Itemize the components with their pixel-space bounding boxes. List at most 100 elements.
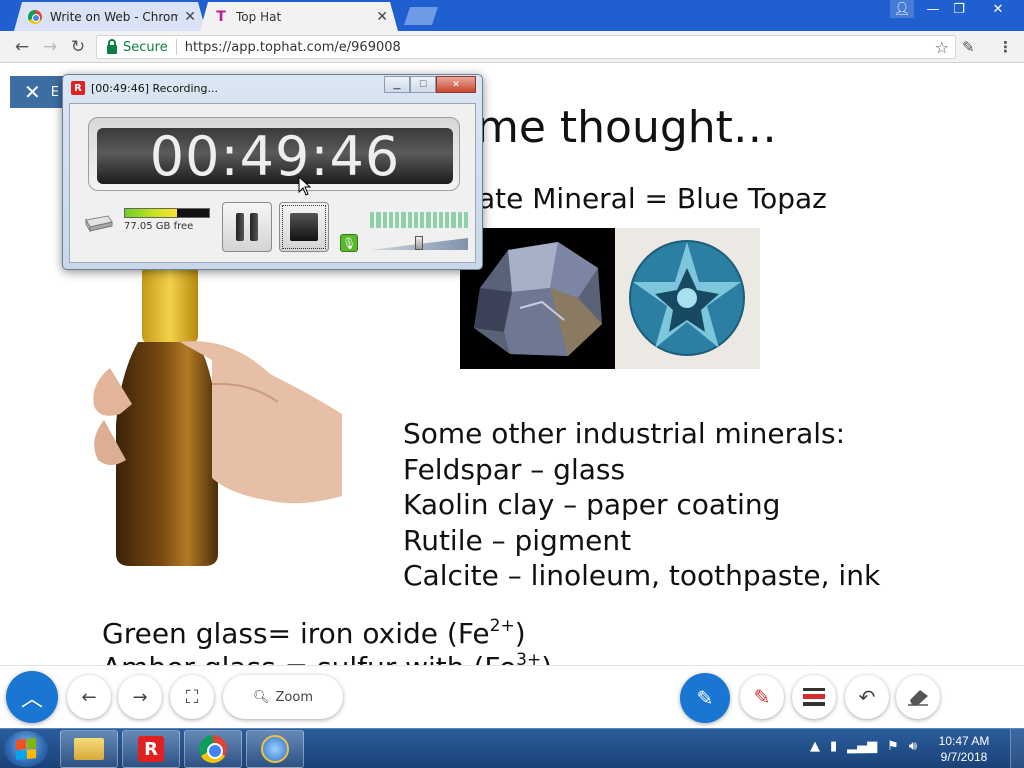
timer-display: 00:49:46 — [88, 117, 460, 191]
system-tray: ▲ ▮ ▂▄▆ ⚑ 🔊︎ — [810, 739, 917, 754]
clock-date: 9/7/2018 — [940, 750, 988, 764]
minimize-button[interactable]: — — [920, 0, 946, 18]
close-icon[interactable]: ✕ — [184, 9, 196, 25]
user-icon[interactable]: 👤︎ — [890, 0, 914, 18]
restore-button[interactable]: ❐ — [946, 0, 972, 18]
eraser-button[interactable] — [896, 675, 940, 719]
volume-slider-handle[interactable] — [415, 236, 423, 250]
list-heading: Some other industrial minerals: — [403, 417, 846, 450]
charge-superscript: 2+ — [489, 616, 515, 636]
action-center-flag-icon[interactable]: ⚑ — [887, 739, 899, 754]
arrow-right-icon: → — [132, 686, 148, 708]
clock-time: 10:47 AM — [938, 734, 990, 748]
eraser-icon — [908, 690, 928, 706]
timer-readout: 00:49:46 — [97, 125, 453, 188]
divider — [175, 39, 177, 55]
zoom-button[interactable]: 🔍︎ Zoom — [223, 675, 343, 719]
pencil-icon: ✎ — [696, 686, 714, 710]
chrome-icon — [199, 735, 227, 763]
window-close-button[interactable]: ✕ — [980, 0, 1016, 18]
speaker-icon[interactable]: 🔊︎ — [909, 739, 917, 754]
undo-icon: ↶ — [858, 685, 876, 709]
chevron-up-icon: ︿ — [20, 687, 43, 712]
green-glass-line: Green glass= iron oxide (Fe2+) — [102, 616, 526, 650]
new-tab-button[interactable] — [404, 7, 438, 25]
signal-icon[interactable]: ▂▄▆ — [847, 739, 877, 754]
industrial-minerals-list: Some other industrial minerals: Feldspar… — [403, 416, 880, 594]
recorder-app-icon: R — [138, 736, 164, 762]
taskbar-recorder[interactable]: R — [122, 730, 180, 768]
maximize-button[interactable]: ☐ — [410, 76, 436, 93]
pen-tool-button[interactable]: ✎ — [680, 673, 730, 723]
tab-write-on-web[interactable]: Write on Web - Chrome ✕ — [14, 2, 206, 31]
collapse-toolbar-button[interactable]: ︿ — [6, 671, 58, 723]
screen-recorder-window[interactable]: R [00:49:46] Recording... ▁ ☐ ✕ 00:49:46… — [62, 74, 483, 270]
power-icon[interactable]: ▮ — [830, 739, 837, 754]
taskbar-clock[interactable]: 10:47 AM 9/7/2018 — [930, 733, 998, 765]
close-icon: ✕ — [24, 80, 41, 104]
chrome-icon — [28, 10, 42, 24]
recorder-body: 00:49:46 77.05 GB free 🎙︎ — [69, 103, 476, 263]
taskbar-file-explorer[interactable] — [60, 730, 118, 768]
close-button[interactable]: ✕ — [436, 76, 476, 93]
volume-slider[interactable] — [370, 232, 468, 252]
pen-color-icon: ✎ — [753, 685, 771, 709]
zoom-label: Zoom — [275, 689, 313, 705]
menu-dots-icon[interactable]: ⋮ — [998, 38, 1013, 56]
tab-top-hat[interactable]: T Top Hat ✕ — [200, 2, 398, 31]
pause-button[interactable] — [222, 202, 272, 252]
pause-icon — [236, 213, 258, 241]
tab-title: Write on Web - Chrome — [50, 9, 179, 24]
forward-arrow-icon[interactable]: → — [40, 37, 60, 57]
security-label: Secure — [123, 39, 168, 55]
amber-glass-text: Amber glass = sulfur with (Fe — [102, 651, 516, 665]
tab-title: Top Hat — [236, 9, 282, 24]
url-text: https://app.tophat.com/e/969008 — [184, 39, 401, 55]
start-button[interactable] — [4, 731, 48, 767]
undo-button[interactable]: ↶ — [845, 675, 889, 719]
microphone-icon[interactable]: 🎙︎ — [340, 234, 358, 252]
show-desktop-button[interactable] — [1010, 729, 1024, 768]
minimize-button[interactable]: ▁ — [384, 76, 410, 93]
bookmark-star-icon[interactable]: ☆ — [935, 38, 949, 57]
magnifier-icon: 🔍︎ — [253, 689, 270, 705]
closing-paren: ) — [541, 651, 552, 665]
app-icon — [261, 735, 289, 763]
arrow-left-icon: ← — [81, 686, 97, 708]
disk-free-label: 77.05 GB free — [124, 221, 194, 232]
close-icon[interactable]: ✕ — [376, 9, 388, 25]
windows-logo-icon — [16, 737, 36, 761]
stop-button[interactable] — [279, 202, 329, 252]
previous-slide-button[interactable]: ← — [67, 675, 111, 719]
line-thickness-button[interactable] — [792, 675, 836, 719]
next-slide-button[interactable]: → — [118, 675, 162, 719]
folder-icon — [74, 738, 104, 760]
amber-glass-line: Amber glass = sulfur with (Fe3+) — [102, 650, 552, 665]
presentation-controls: ︿ ← → ⛶ 🔍︎ Zoom ✎ ✎ ↶ — [0, 665, 1024, 728]
hand-holding-bottle-image — [93, 264, 342, 566]
exit-label: E — [50, 84, 59, 100]
rough-topaz-image — [460, 228, 615, 369]
list-item: Calcite – linoleum, toothpaste, ink — [403, 559, 881, 592]
cut-blue-topaz-image — [615, 228, 760, 369]
recorder-logo-icon: R — [71, 81, 85, 95]
charge-superscript: 3+ — [516, 650, 542, 665]
fullscreen-button[interactable]: ⛶ — [170, 675, 214, 719]
recorder-titlebar[interactable]: R [00:49:46] Recording... ▁ ☐ ✕ — [63, 75, 482, 101]
slide-title: me thought… — [476, 102, 777, 153]
back-arrow-icon[interactable]: ← — [12, 37, 32, 57]
list-item: Feldspar – glass — [403, 452, 626, 486]
tophat-icon: T — [216, 8, 226, 25]
hard-drive-icon — [85, 215, 113, 232]
reload-icon[interactable]: ↻ — [68, 37, 88, 57]
taskbar-app[interactable] — [246, 730, 304, 768]
windows-taskbar: R ▲ ▮ ▂▄▆ ⚑ 🔊︎ 10:47 AM 9/7/2018 — [0, 728, 1024, 768]
fullscreen-icon: ⛶ — [185, 686, 199, 708]
tray-expand-icon[interactable]: ▲ — [810, 739, 820, 754]
address-bar[interactable]: Secure https://app.tophat.com/e/969008 ☆ — [96, 35, 956, 59]
edit-extension-icon[interactable]: ✎ — [962, 38, 975, 56]
pen-color-button[interactable]: ✎ — [740, 675, 784, 719]
taskbar-chrome[interactable] — [184, 730, 242, 768]
mouse-cursor-icon — [298, 176, 312, 196]
disk-space-bar — [124, 208, 210, 218]
